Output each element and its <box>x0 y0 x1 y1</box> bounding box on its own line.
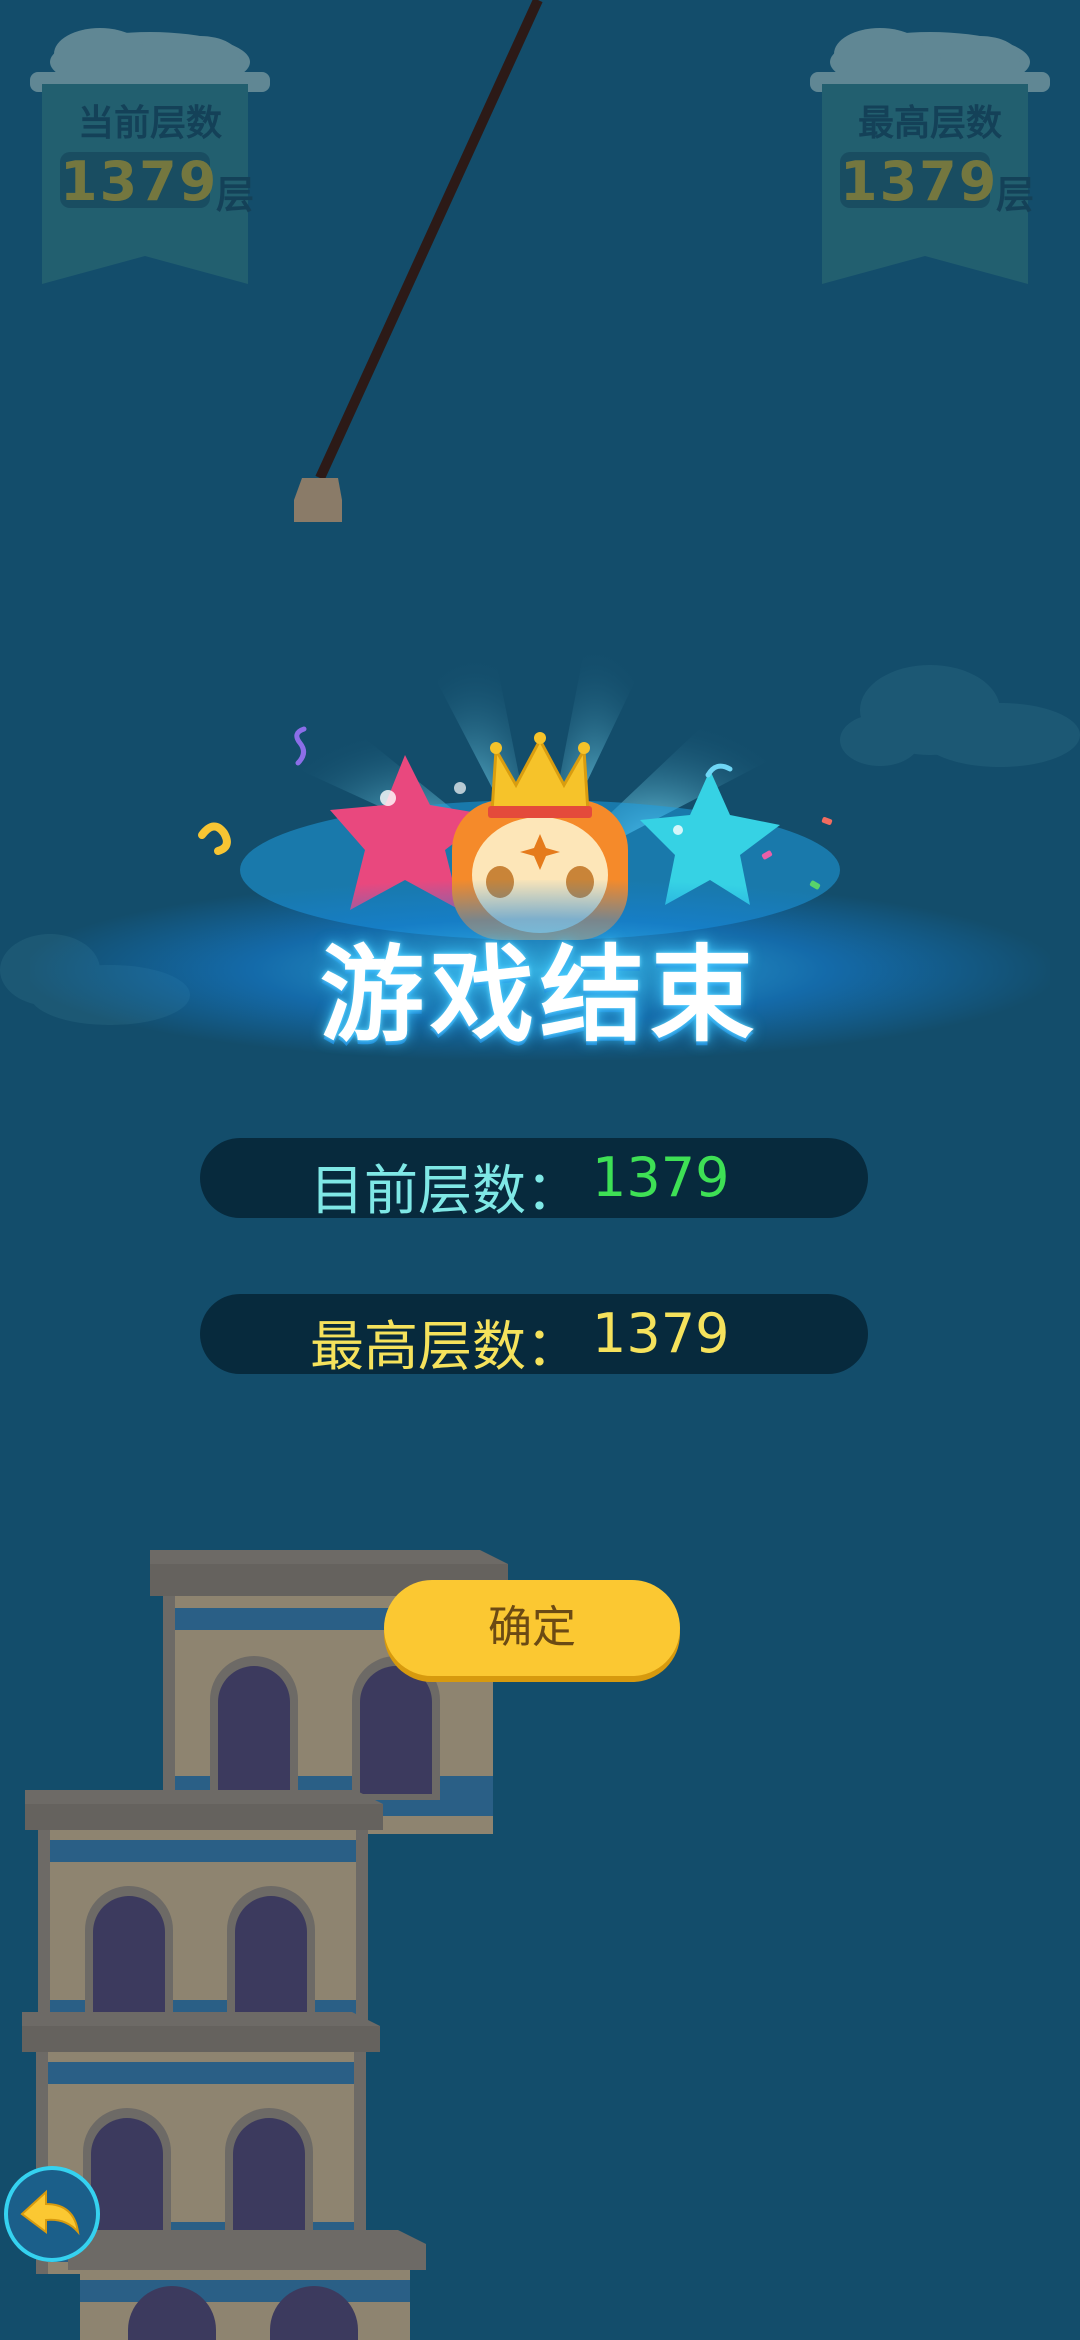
best-floor-title: 最高层数 <box>857 103 1002 144</box>
current-score-value: 1379 <box>592 1146 730 1209</box>
back-button[interactable] <box>4 2166 100 2262</box>
confetti <box>294 726 307 766</box>
current-floor-value: 1379 <box>60 150 219 213</box>
best-score-label: 最高层数： <box>310 1315 580 1378</box>
best-score-value: 1379 <box>592 1302 730 1365</box>
game-screen: 当前层数 1379 层 最高层数 1379 层 游戏结束 目前层数： 1379 … <box>0 0 1080 2340</box>
current-floor-title: 当前层数 <box>77 103 222 144</box>
best-floor-value: 1379 <box>840 150 999 213</box>
floor-unit: 层 <box>216 173 255 217</box>
banner-cloud <box>810 28 1050 92</box>
back-arrow-icon <box>20 2189 80 2236</box>
floor-unit: 层 <box>996 173 1035 217</box>
current-floor-banner: 当前层数 1379 层 <box>30 22 270 284</box>
banner-cloud <box>30 28 270 92</box>
confirm-button[interactable]: 确定 <box>384 1580 680 1676</box>
game-over-title: 游戏结束 <box>319 934 760 1056</box>
crane-rope <box>294 0 543 522</box>
confetti <box>198 822 231 855</box>
floor-block <box>68 2230 426 2340</box>
best-floor-banner: 最高层数 1379 层 <box>810 22 1050 284</box>
current-score-label: 目前层数： <box>310 1159 580 1222</box>
